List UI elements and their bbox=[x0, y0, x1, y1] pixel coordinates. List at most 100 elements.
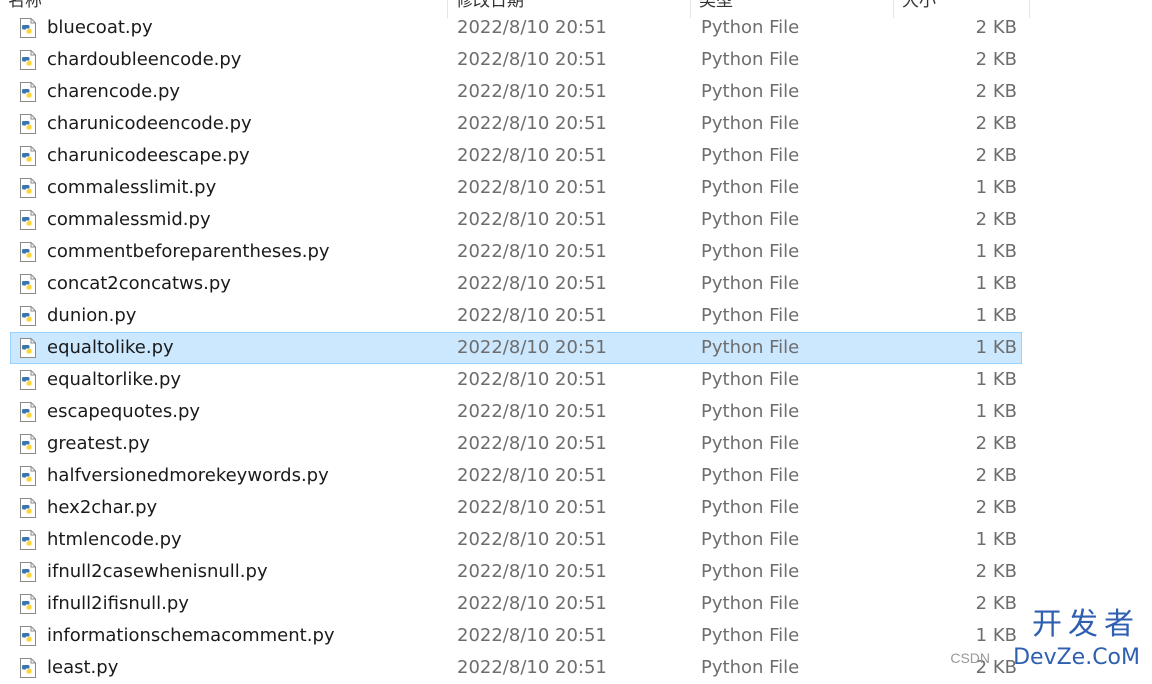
file-size: 2 KB bbox=[975, 17, 1017, 38]
file-name: chardoubleencode.py bbox=[47, 49, 242, 70]
file-type: Python File bbox=[701, 529, 800, 550]
file-row[interactable]: bluecoat.py 2022/8/10 20:51 Python File 2 K… bbox=[10, 12, 1022, 44]
file-row[interactable]: chardoubleencode.py 2022/8/10 20:51 Python… bbox=[10, 44, 1022, 76]
python-file-icon bbox=[20, 562, 36, 582]
python-file-icon bbox=[20, 82, 36, 102]
file-name: equaltorlike.py bbox=[47, 369, 182, 390]
python-file-icon bbox=[20, 146, 36, 166]
file-row[interactable]: informationschemacomment.py 2022/8/10 20:… bbox=[10, 620, 1022, 652]
file-date: 2022/8/10 20:51 bbox=[457, 209, 607, 230]
file-size: 2 KB bbox=[975, 465, 1017, 486]
file-name: charencode.py bbox=[47, 81, 181, 102]
file-row[interactable]: commentbeforeparentheses.py 2022/8/10 20:… bbox=[10, 236, 1022, 268]
file-date: 2022/8/10 20:51 bbox=[457, 497, 607, 518]
file-type: Python File bbox=[701, 593, 800, 614]
file-type: Python File bbox=[701, 497, 800, 518]
watermark-csdn: CSDN bbox=[950, 650, 990, 666]
file-date: 2022/8/10 20:51 bbox=[457, 145, 607, 166]
python-file-icon bbox=[20, 274, 36, 294]
file-type: Python File bbox=[701, 657, 800, 678]
python-file-icon bbox=[20, 370, 36, 390]
file-type: Python File bbox=[701, 49, 800, 70]
python-file-icon bbox=[20, 594, 36, 614]
file-name: commalesslimit.py bbox=[47, 177, 217, 198]
file-type: Python File bbox=[701, 625, 800, 646]
file-row[interactable]: least.py 2022/8/10 20:51 Python File 2 KB bbox=[10, 652, 1022, 684]
file-name: ifnull2casewhenisnull.py bbox=[47, 561, 268, 582]
python-file-icon bbox=[20, 306, 36, 326]
file-date: 2022/8/10 20:51 bbox=[457, 401, 607, 422]
file-row[interactable]: ifnull2ifisnull.py 2022/8/10 20:51 Python … bbox=[10, 588, 1022, 620]
file-size: 1 KB bbox=[975, 337, 1017, 358]
file-date: 2022/8/10 20:51 bbox=[457, 81, 607, 102]
file-date: 2022/8/10 20:51 bbox=[457, 49, 607, 70]
file-type: Python File bbox=[701, 337, 800, 358]
file-name: equaltolike.py bbox=[47, 337, 174, 358]
file-date: 2022/8/10 20:51 bbox=[457, 369, 607, 390]
file-size: 2 KB bbox=[975, 81, 1017, 102]
file-name: hex2char.py bbox=[47, 497, 158, 518]
python-file-icon bbox=[20, 658, 36, 678]
file-row[interactable]: escapequotes.py 2022/8/10 20:51 Python Fil… bbox=[10, 396, 1022, 428]
file-type: Python File bbox=[701, 273, 800, 294]
file-row[interactable]: greatest.py 2022/8/10 20:51 Python File 2 K… bbox=[10, 428, 1022, 460]
file-date: 2022/8/10 20:51 bbox=[457, 465, 607, 486]
watermark-title: 开发者 bbox=[1032, 607, 1140, 642]
file-name: ifnull2ifisnull.py bbox=[47, 593, 189, 614]
file-size: 2 KB bbox=[975, 209, 1017, 230]
file-date: 2022/8/10 20:51 bbox=[457, 273, 607, 294]
file-type: Python File bbox=[701, 209, 800, 230]
file-size: 2 KB bbox=[975, 49, 1017, 70]
file-date: 2022/8/10 20:51 bbox=[457, 625, 607, 646]
file-row[interactable]: concat2concatws.py 2022/8/10 20:51 Python … bbox=[10, 268, 1022, 300]
file-date: 2022/8/10 20:51 bbox=[457, 433, 607, 454]
file-size: 2 KB bbox=[975, 561, 1017, 582]
python-file-icon bbox=[20, 498, 36, 518]
file-row[interactable]: commalessmid.py 2022/8/10 20:51 Python Fil… bbox=[10, 204, 1022, 236]
file-name: bluecoat.py bbox=[47, 17, 153, 38]
file-row[interactable]: htmlencode.py 2022/8/10 20:51 Python File 1… bbox=[10, 524, 1022, 556]
watermark: 开发者 CSDN DevZe.CoM bbox=[880, 610, 1140, 674]
file-size: 2 KB bbox=[975, 497, 1017, 518]
file-row[interactable]: commalesslimit.py 2022/8/10 20:51 Python F… bbox=[10, 172, 1022, 204]
file-row[interactable]: charunicodeescape.py 2022/8/10 20:51 Pytho… bbox=[10, 140, 1022, 172]
file-row[interactable]: halfversionedmorekeywords.py 2022/8/10 20… bbox=[10, 460, 1022, 492]
python-file-icon bbox=[20, 434, 36, 454]
file-size: 1 KB bbox=[975, 177, 1017, 198]
file-row[interactable]: equaltolike.py 2022/8/10 20:51 Python File… bbox=[10, 332, 1022, 364]
python-file-icon bbox=[20, 210, 36, 230]
file-date: 2022/8/10 20:51 bbox=[457, 241, 607, 262]
file-type: Python File bbox=[701, 433, 800, 454]
file-row[interactable]: dunion.py 2022/8/10 20:51 Python File 1 KB bbox=[10, 300, 1022, 332]
file-type: Python File bbox=[701, 561, 800, 582]
python-file-icon bbox=[20, 338, 36, 358]
file-type: Python File bbox=[701, 241, 800, 262]
file-name: commalessmid.py bbox=[47, 209, 211, 230]
file-size: 1 KB bbox=[975, 305, 1017, 326]
file-size: 1 KB bbox=[975, 241, 1017, 262]
file-size: 1 KB bbox=[975, 529, 1017, 550]
file-name: greatest.py bbox=[47, 433, 150, 454]
python-file-icon bbox=[20, 466, 36, 486]
file-type: Python File bbox=[701, 177, 800, 198]
file-date: 2022/8/10 20:51 bbox=[457, 561, 607, 582]
file-date: 2022/8/10 20:51 bbox=[457, 529, 607, 550]
python-file-icon bbox=[20, 626, 36, 646]
file-row[interactable]: equaltorlike.py 2022/8/10 20:51 Python Fil… bbox=[10, 364, 1022, 396]
file-size: 1 KB bbox=[975, 369, 1017, 390]
file-row[interactable]: charencode.py 2022/8/10 20:51 Python File 2… bbox=[10, 76, 1022, 108]
file-date: 2022/8/10 20:51 bbox=[457, 305, 607, 326]
file-name: escapequotes.py bbox=[47, 401, 201, 422]
file-type: Python File bbox=[701, 113, 800, 134]
file-size: 1 KB bbox=[975, 273, 1017, 294]
file-type: Python File bbox=[701, 17, 800, 38]
file-row[interactable]: ifnull2casewhenisnull.py 2022/8/10 20:51 P… bbox=[10, 556, 1022, 588]
file-name: charunicodeescape.py bbox=[47, 145, 250, 166]
file-row[interactable]: charunicodeencode.py 2022/8/10 20:51 Pytho… bbox=[10, 108, 1022, 140]
file-date: 2022/8/10 20:51 bbox=[457, 337, 607, 358]
file-name: commentbeforeparentheses.py bbox=[47, 241, 330, 262]
file-row[interactable]: hex2char.py 2022/8/10 20:51 Python File 2 K… bbox=[10, 492, 1022, 524]
python-file-icon bbox=[20, 242, 36, 262]
file-name: informationschemacomment.py bbox=[47, 625, 335, 646]
file-name: htmlencode.py bbox=[47, 529, 182, 550]
